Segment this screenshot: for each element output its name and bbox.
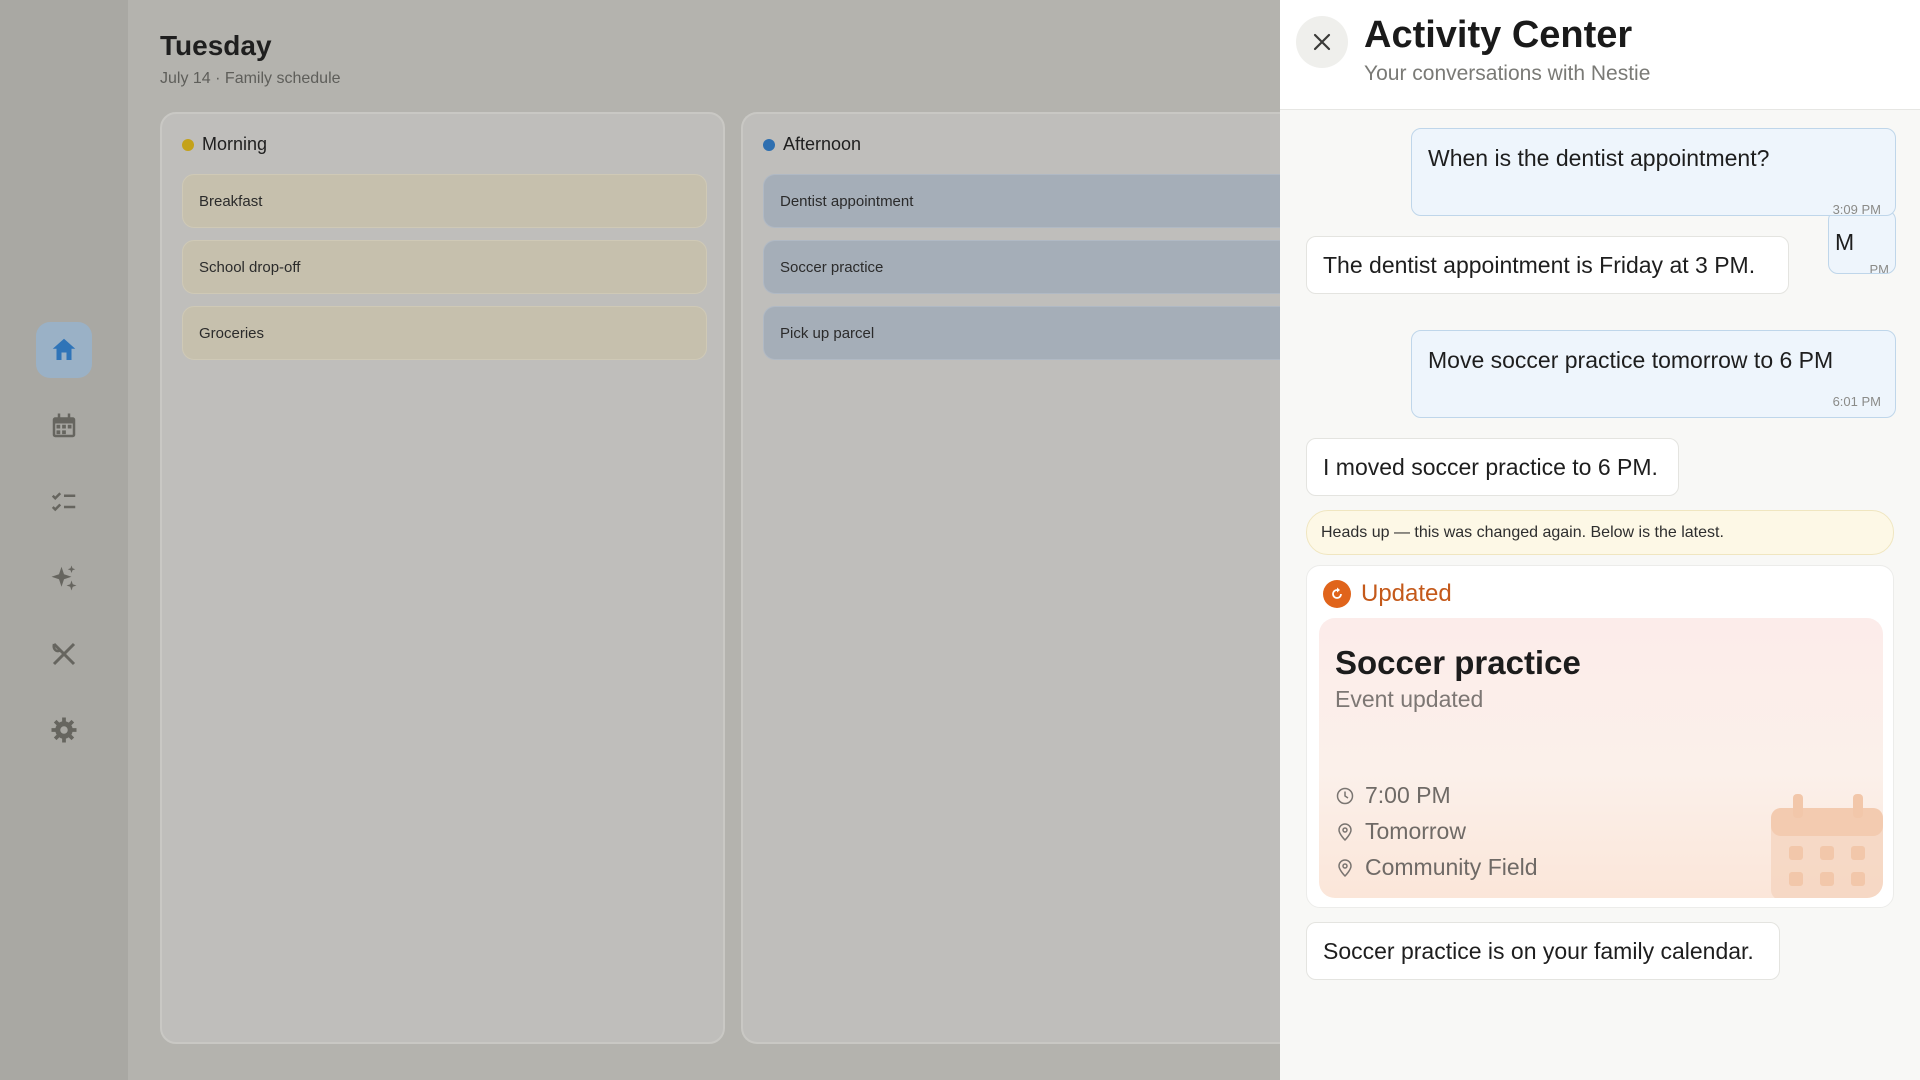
task-card[interactable]: Groceries	[182, 306, 707, 360]
status-label: Updated	[1361, 580, 1452, 607]
card-status: Updated	[1323, 580, 1452, 608]
event-details: Soccer practice Event updated 7:00 PM To…	[1319, 618, 1883, 898]
nav-calendar-button[interactable]	[36, 398, 92, 454]
panel-header: Activity Center Your conversations with …	[1280, 0, 1920, 110]
nav-home-button[interactable]	[36, 322, 92, 378]
nav-meals-button[interactable]	[36, 626, 92, 682]
task-card[interactable]: Breakfast	[182, 174, 707, 228]
chat-message-assistant: Soccer practice is on your family calend…	[1306, 922, 1780, 980]
clock-icon	[1336, 787, 1354, 804]
task-card[interactable]: Pick up parcel	[763, 306, 1303, 360]
checklist-icon	[51, 492, 76, 512]
task-card[interactable]: Soccer practice	[763, 240, 1303, 294]
home-icon	[52, 338, 76, 360]
afternoon-column: Afternoon Dentist appointment Soccer pra…	[741, 112, 1303, 1044]
column-header: Morning	[182, 134, 267, 155]
day-subtitle: July 14 · Family schedule	[160, 70, 341, 87]
sparkle-icon	[51, 565, 77, 591]
nav-tasks-button[interactable]	[36, 474, 92, 530]
chat-message-user: When is the dentist appointment? 3:09 PM	[1411, 128, 1896, 217]
event-time: 7:00 PM	[1335, 782, 1451, 809]
gear-icon	[51, 717, 77, 743]
chat-message-assistant: I moved soccer practice to 6 PM.	[1306, 438, 1679, 496]
sidebar	[0, 0, 128, 1080]
nav-assistant-button[interactable]	[36, 550, 92, 606]
refresh-icon	[1323, 580, 1351, 608]
chat-message-assistant: The dentist appointment is Friday at 3 P…	[1306, 236, 1789, 294]
event-subtitle: Event updated	[1335, 686, 1484, 712]
event-day: Tomorrow	[1335, 818, 1466, 845]
change-notice: Heads up — this was changed again. Below…	[1306, 510, 1894, 555]
column-header: Afternoon	[763, 134, 861, 155]
column-label: Morning	[202, 134, 268, 154]
task-card[interactable]: Dentist appointment	[763, 174, 1303, 228]
location-pin-icon	[1338, 822, 1352, 841]
utensils-icon	[52, 642, 76, 666]
close-icon	[1313, 33, 1331, 51]
event-location: Community Field	[1335, 854, 1538, 881]
panel-title: Activity Center	[1364, 14, 1633, 56]
calendar-decoration-icon	[1771, 794, 1883, 898]
calendar-icon	[52, 413, 76, 438]
location-pin-icon	[1338, 858, 1352, 877]
morning-dot	[182, 138, 194, 151]
afternoon-dot	[763, 138, 775, 151]
task-card[interactable]: School drop-off	[182, 240, 707, 294]
event-title: Soccer practice	[1335, 644, 1581, 681]
panel-subtitle: Your conversations with Nestie	[1364, 62, 1651, 85]
nav-settings-button[interactable]	[36, 702, 92, 758]
morning-column: Morning Breakfast School drop-off Grocer…	[160, 112, 725, 1044]
chat-message-user: M PM	[1828, 210, 1896, 274]
event-update-card[interactable]: Updated Soccer practice Event updated 7:…	[1306, 565, 1894, 908]
chat-message-user: Move soccer practice tomorrow to 6 PM 6:…	[1411, 330, 1896, 418]
column-label: Afternoon	[783, 134, 862, 154]
day-title: Tuesday	[160, 30, 272, 61]
close-button[interactable]	[1296, 16, 1348, 68]
